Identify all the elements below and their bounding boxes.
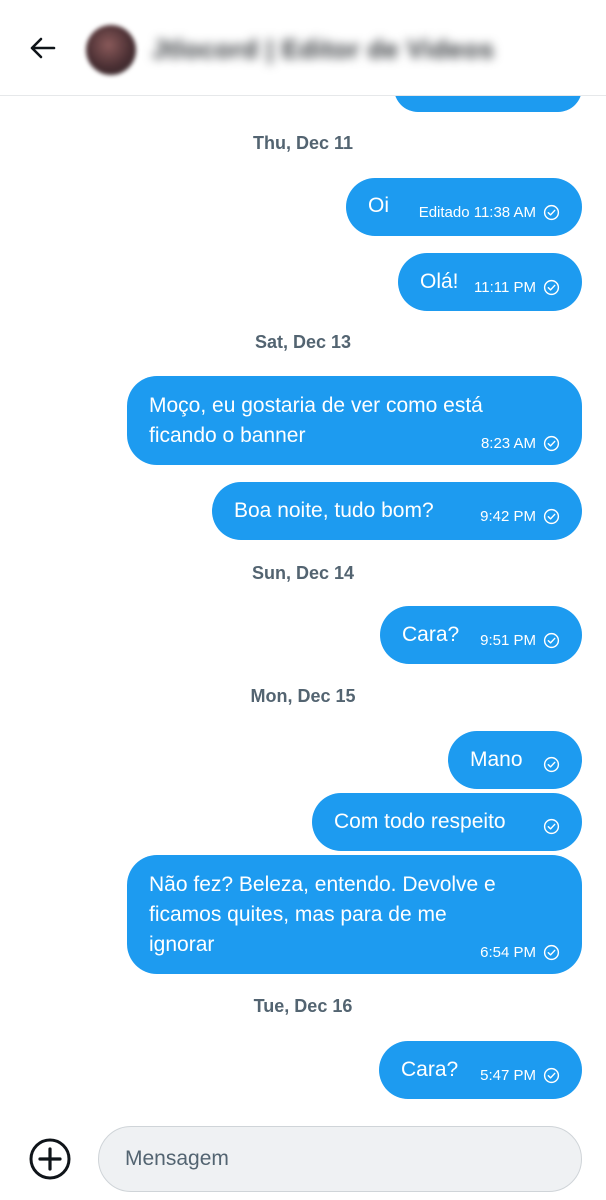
sent-check-icon	[543, 279, 560, 296]
message-text: Com todo respeito	[334, 810, 506, 833]
message-bubble[interactable]: Olá! 11:11 PM	[398, 253, 582, 311]
message-bubble[interactable]: Não fez? Beleza, entendo. Devolve e fica…	[127, 855, 582, 974]
message-bubble[interactable]: Cara? 9:51 PM	[380, 606, 582, 664]
message-meta: 9:51 PM	[480, 632, 560, 649]
message-bubble[interactable]: Boa noite, tudo bom? 9:42 PM	[212, 482, 582, 540]
message-meta: 11:11 PM	[474, 279, 560, 296]
message-meta: Editado 11:38 AM	[419, 204, 560, 221]
message-time: 9:51 PM	[480, 632, 536, 649]
message-text-line: ignorar	[149, 933, 215, 956]
sent-check-icon	[543, 632, 560, 649]
message-meta: 5:47 PM	[480, 1067, 560, 1084]
message-meta: 6:54 PM	[480, 944, 560, 961]
sent-check-icon	[543, 435, 560, 452]
date-separator: Sat, Dec 13	[254, 332, 352, 352]
message-input[interactable]	[98, 1126, 582, 1192]
sent-check-icon	[543, 508, 560, 525]
message-bubble[interactable]: Oi Editado 11:38 AM	[346, 178, 582, 236]
message-time: 9:42 PM	[480, 508, 536, 525]
message-text: Cara?	[401, 1058, 459, 1081]
sent-check-icon	[543, 204, 560, 221]
sent-check-icon	[543, 944, 560, 961]
message-time: Editado 11:38 AM	[418, 204, 536, 221]
message-meta: 9:42 PM	[480, 508, 560, 525]
message-text: Oi	[368, 194, 389, 217]
message-text-line: ficando o banner	[149, 424, 306, 447]
message-time: 8:23 AM	[480, 435, 536, 452]
add-media-button[interactable]	[28, 1137, 72, 1181]
message-text-line: ficamos quites, mas para de me	[149, 903, 447, 926]
message-bubble[interactable]: Com todo respeito	[312, 793, 582, 851]
message-meta	[543, 818, 560, 835]
message-text: Boa noite, tudo bom?	[234, 499, 434, 522]
date-separator: Mon, Dec 15	[250, 686, 356, 706]
message-time: 6:54 PM	[480, 944, 536, 961]
date-separator: Thu, Dec 11	[252, 133, 354, 153]
message-meta: 8:23 AM	[481, 435, 560, 452]
message-time: 5:47 PM	[480, 1067, 536, 1084]
arrow-left-icon	[30, 37, 56, 59]
plus-circle-icon	[29, 1138, 71, 1180]
date-separator: Tue, Dec 16	[253, 996, 353, 1016]
message-composer	[0, 1110, 606, 1200]
date-separator: Sun, Dec 14	[251, 563, 355, 583]
message-text-line: Não fez? Beleza, entendo. Devolve e	[149, 873, 496, 896]
back-button[interactable]	[26, 34, 58, 62]
message-bubble[interactable]: Cara? 5:47 PM	[379, 1041, 582, 1099]
sent-check-icon	[543, 818, 560, 835]
sent-check-icon	[543, 756, 560, 773]
message-text: Olá!	[420, 270, 459, 293]
contact-avatar[interactable]	[86, 25, 136, 75]
message-bubble[interactable]: Mano	[448, 731, 582, 789]
conversation-header: Jtlocord | Editor de Videos	[0, 0, 606, 96]
message-bubble[interactable]: Moço, eu gostaria de ver como está fican…	[127, 376, 582, 465]
message-text: Cara?	[402, 623, 460, 646]
sent-check-icon	[543, 1067, 560, 1084]
message-text-line: Moço, eu gostaria de ver como está	[149, 394, 483, 417]
message-meta	[543, 756, 560, 773]
contact-name[interactable]: Jtlocord | Editor de Videos	[152, 34, 494, 65]
message-time: 11:11 PM	[474, 279, 536, 296]
message-text: Mano	[470, 748, 523, 771]
